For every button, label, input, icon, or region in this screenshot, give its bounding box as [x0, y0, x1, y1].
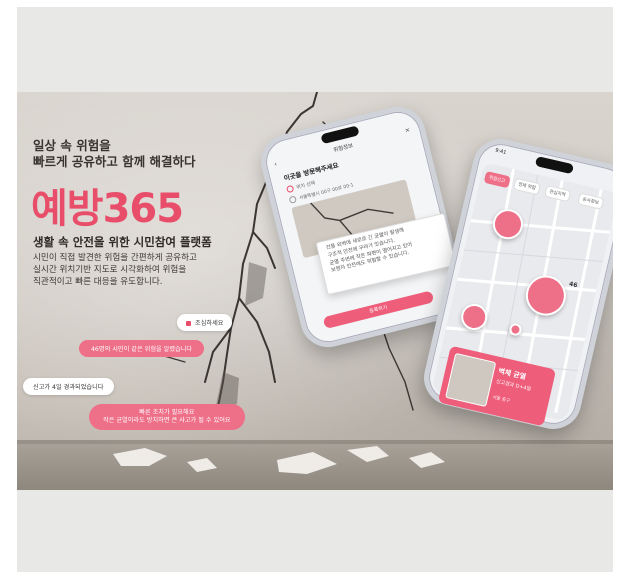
cluster-count: 46: [568, 280, 579, 290]
subhead: 생활 속 안전을 위한 시민참여 플랫폼: [33, 235, 212, 249]
radio-icon: [285, 184, 295, 194]
desc-line-3: 직관적이고 빠른 대응을 유도합니다.: [33, 277, 163, 287]
bubble-warning-line-1: 빠른 조치가 필요해요: [139, 409, 195, 416]
bubble-careful-text: 조심하세요: [195, 320, 224, 327]
bubble-shared: 46명의 시민이 같은 위험을 알렸습니다: [79, 340, 205, 357]
desc-line-1: 시민이 직접 발견한 위험을 간편하게 공유하고: [33, 253, 197, 263]
bubble-elapsed: 신고가 4일 경과되었습니다: [23, 378, 114, 395]
headline-line-1: 일상 속 위험을: [33, 138, 111, 153]
status-time: 9:41: [494, 147, 507, 156]
brand-title: 예방365: [31, 186, 184, 232]
report-photo: [445, 352, 497, 408]
bubble-careful: 조심하세요: [177, 314, 233, 331]
report-location: 서울 중구: [491, 395, 511, 405]
headline-line-2: 빠르게 공유하고 함께 해결하다: [33, 154, 196, 169]
report-subtitle: 신고경과 D+4일: [495, 378, 532, 393]
desc-line-2: 실시간 위치기반 지도로 시각화하여 위험을: [33, 265, 187, 275]
form-row-1-label: 위치 선택: [296, 181, 316, 191]
bubble-warning: 빠른 조치가 필요해요 작은 균열이라도 방치하면 큰 사고가 될 수 있어요: [89, 404, 245, 430]
floor: [17, 444, 613, 490]
submit-button[interactable]: 등록하기: [322, 290, 435, 330]
alert-icon: [186, 320, 191, 326]
bubble-warning-line-2: 작은 균열이라도 방치하면 큰 사고가 될 수 있어요: [103, 417, 231, 424]
phone-notch: [534, 155, 575, 175]
radio-icon: [288, 195, 298, 204]
poster: 일상 속 위험을 빠르게 공유하고 함께 해결하다 예방365 생활 속 안전을…: [17, 92, 613, 490]
